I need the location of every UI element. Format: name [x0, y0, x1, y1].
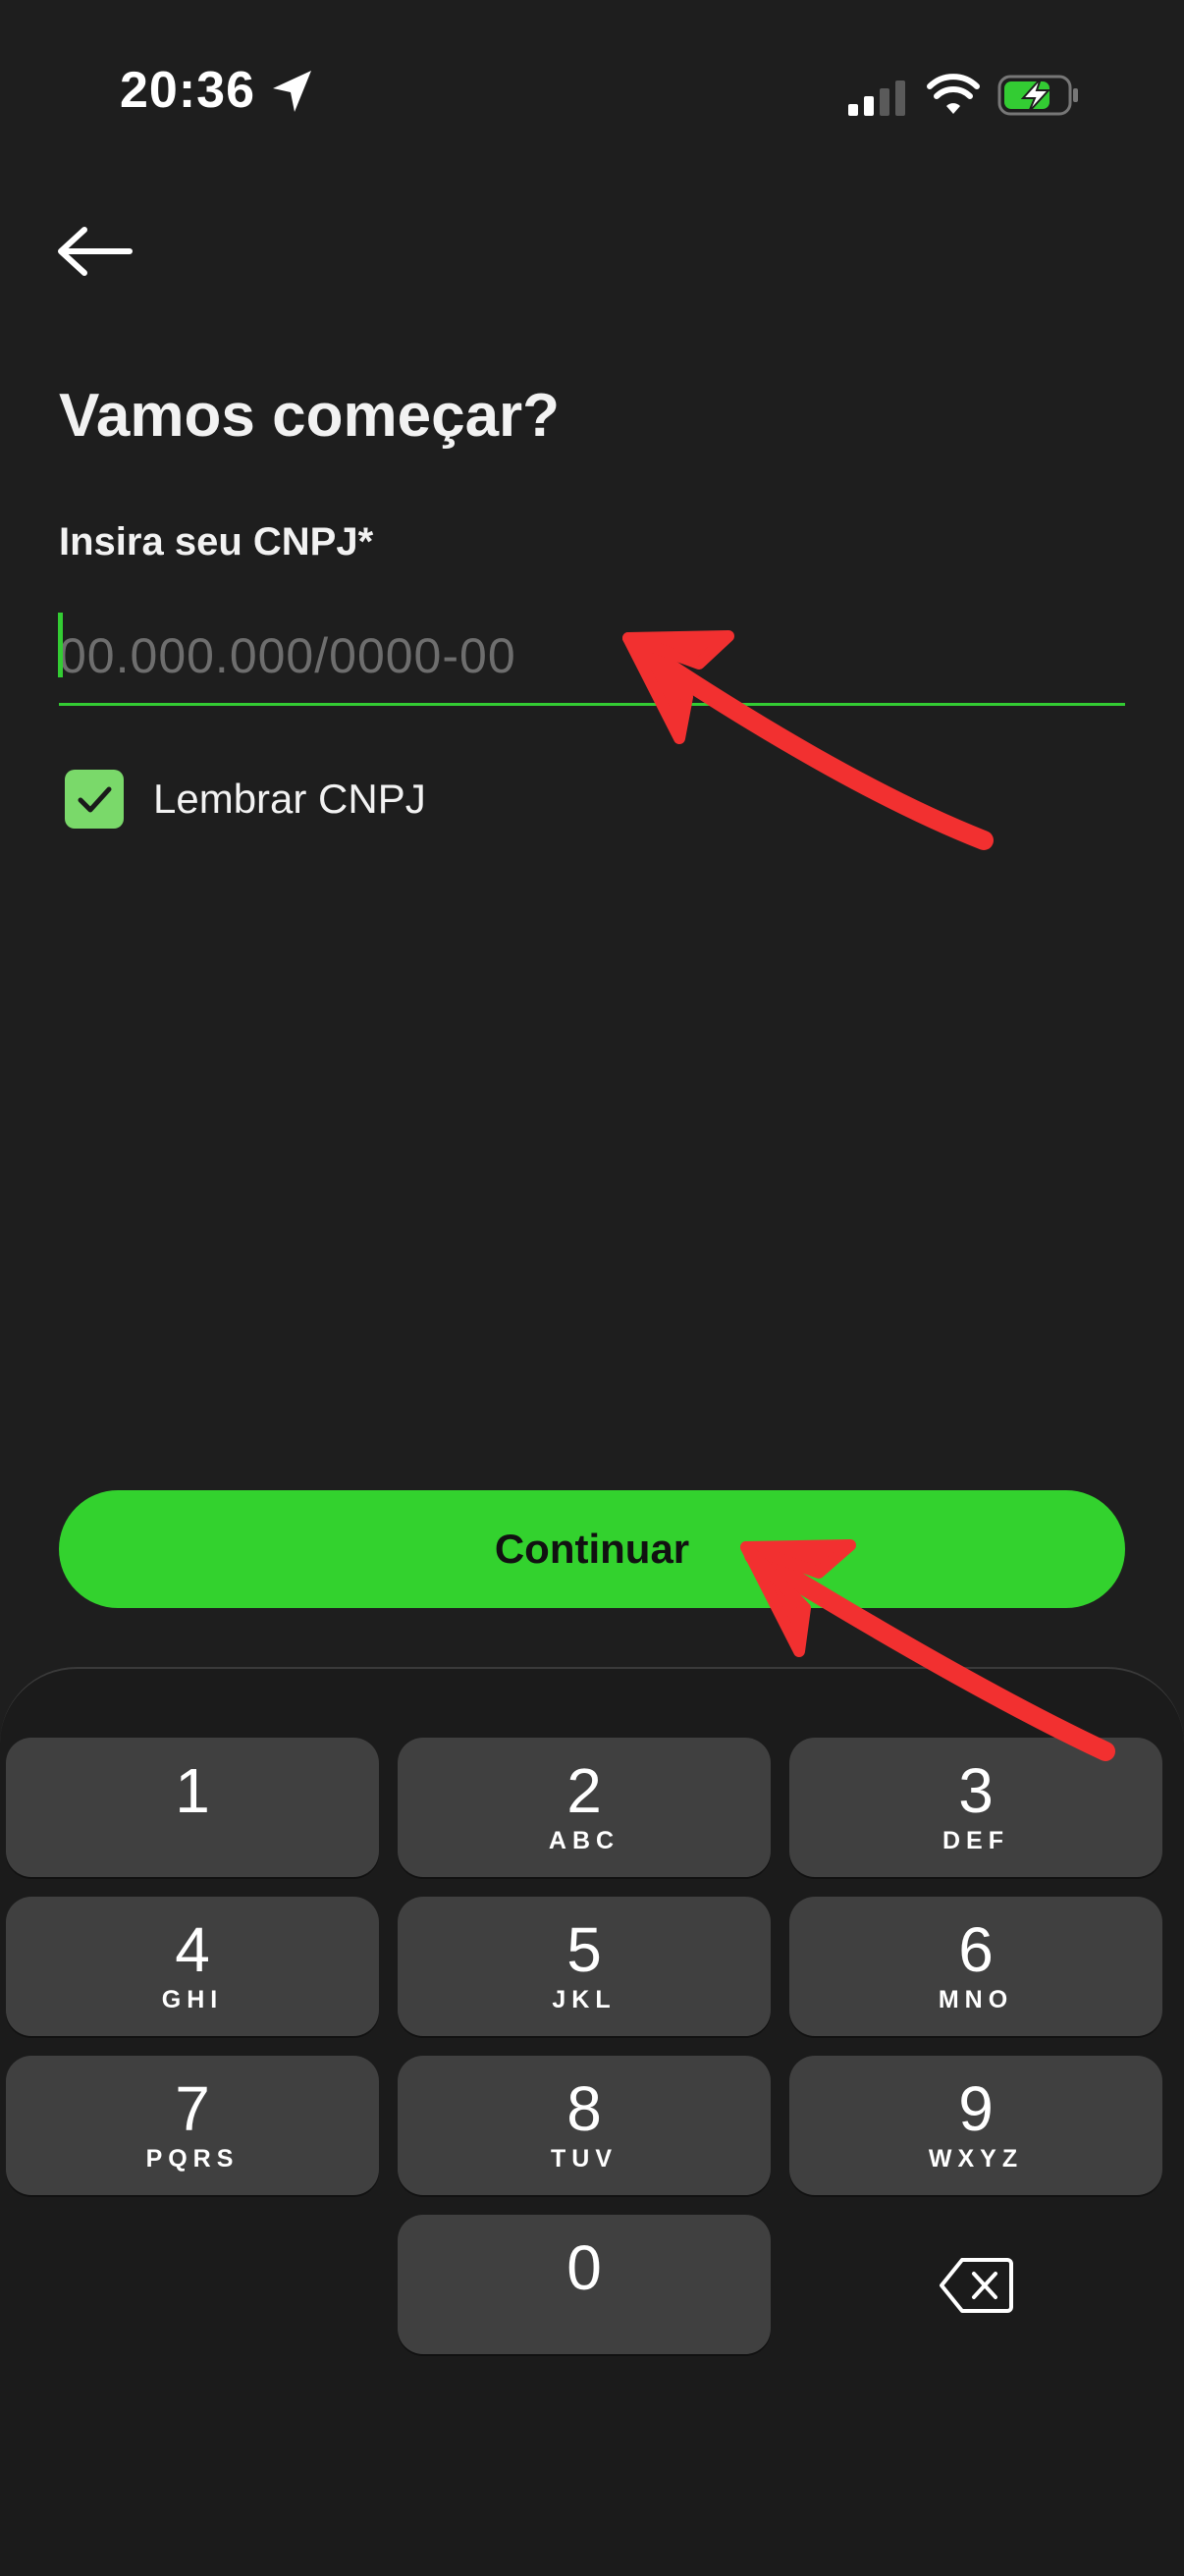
key-0[interactable]: 0: [398, 2215, 771, 2354]
back-arrow-icon[interactable]: [55, 224, 134, 279]
page-title: Vamos começar?: [59, 382, 561, 450]
status-time: 20:36: [120, 62, 255, 119]
key-digit: 8: [566, 2073, 602, 2144]
key-8[interactable]: 8 TUV: [398, 2056, 771, 2195]
key-letters: JKL: [552, 1986, 617, 2013]
key-6[interactable]: 6 MNO: [789, 1897, 1162, 2036]
key-4[interactable]: 4 GHI: [6, 1897, 379, 2036]
key-digit: 1: [175, 1755, 210, 1826]
key-letters: MNO: [938, 1986, 1014, 2013]
key-digit: 0: [566, 2232, 602, 2303]
remember-cnpj-label[interactable]: Lembrar CNPJ: [153, 776, 426, 823]
key-5[interactable]: 5 JKL: [398, 1897, 771, 2036]
key-digit: 9: [958, 2073, 994, 2144]
key-1[interactable]: 1: [6, 1738, 379, 1877]
key-letters: PQRS: [145, 2145, 240, 2173]
key-7[interactable]: 7 PQRS: [6, 2056, 379, 2195]
key-digit: 4: [175, 1914, 210, 1985]
key-letters: GHI: [161, 1986, 224, 2013]
key-letters: DEF: [942, 1827, 1009, 1854]
signal-icon: [848, 80, 905, 116]
battery-charging-icon: [997, 75, 1078, 116]
key-3[interactable]: 3 DEF: [789, 1738, 1162, 1877]
key-2[interactable]: 2 ABC: [398, 1738, 771, 1877]
key-digit: 2: [566, 1755, 602, 1826]
key-digit: 7: [175, 2073, 210, 2144]
location-arrow-icon: [273, 71, 311, 112]
key-digit: 5: [566, 1914, 602, 1985]
key-digit: 3: [958, 1755, 994, 1826]
key-digit: 6: [958, 1914, 994, 1985]
checkmark-icon: [78, 786, 112, 813]
key-9[interactable]: 9 WXYZ: [789, 2056, 1162, 2195]
wifi-icon: [927, 74, 980, 114]
cnpj-field-label: Insira seu CNPJ*: [59, 520, 374, 564]
text-caret: [58, 613, 63, 677]
key-letters: TUV: [551, 2145, 618, 2173]
remember-cnpj-checkbox[interactable]: [65, 770, 124, 829]
key-letters: ABC: [548, 1827, 620, 1854]
backspace-icon[interactable]: [939, 2256, 1013, 2315]
cnpj-input[interactable]: [59, 609, 1125, 706]
continue-button[interactable]: Continuar: [59, 1490, 1125, 1608]
key-letters: WXYZ: [928, 2145, 1024, 2173]
